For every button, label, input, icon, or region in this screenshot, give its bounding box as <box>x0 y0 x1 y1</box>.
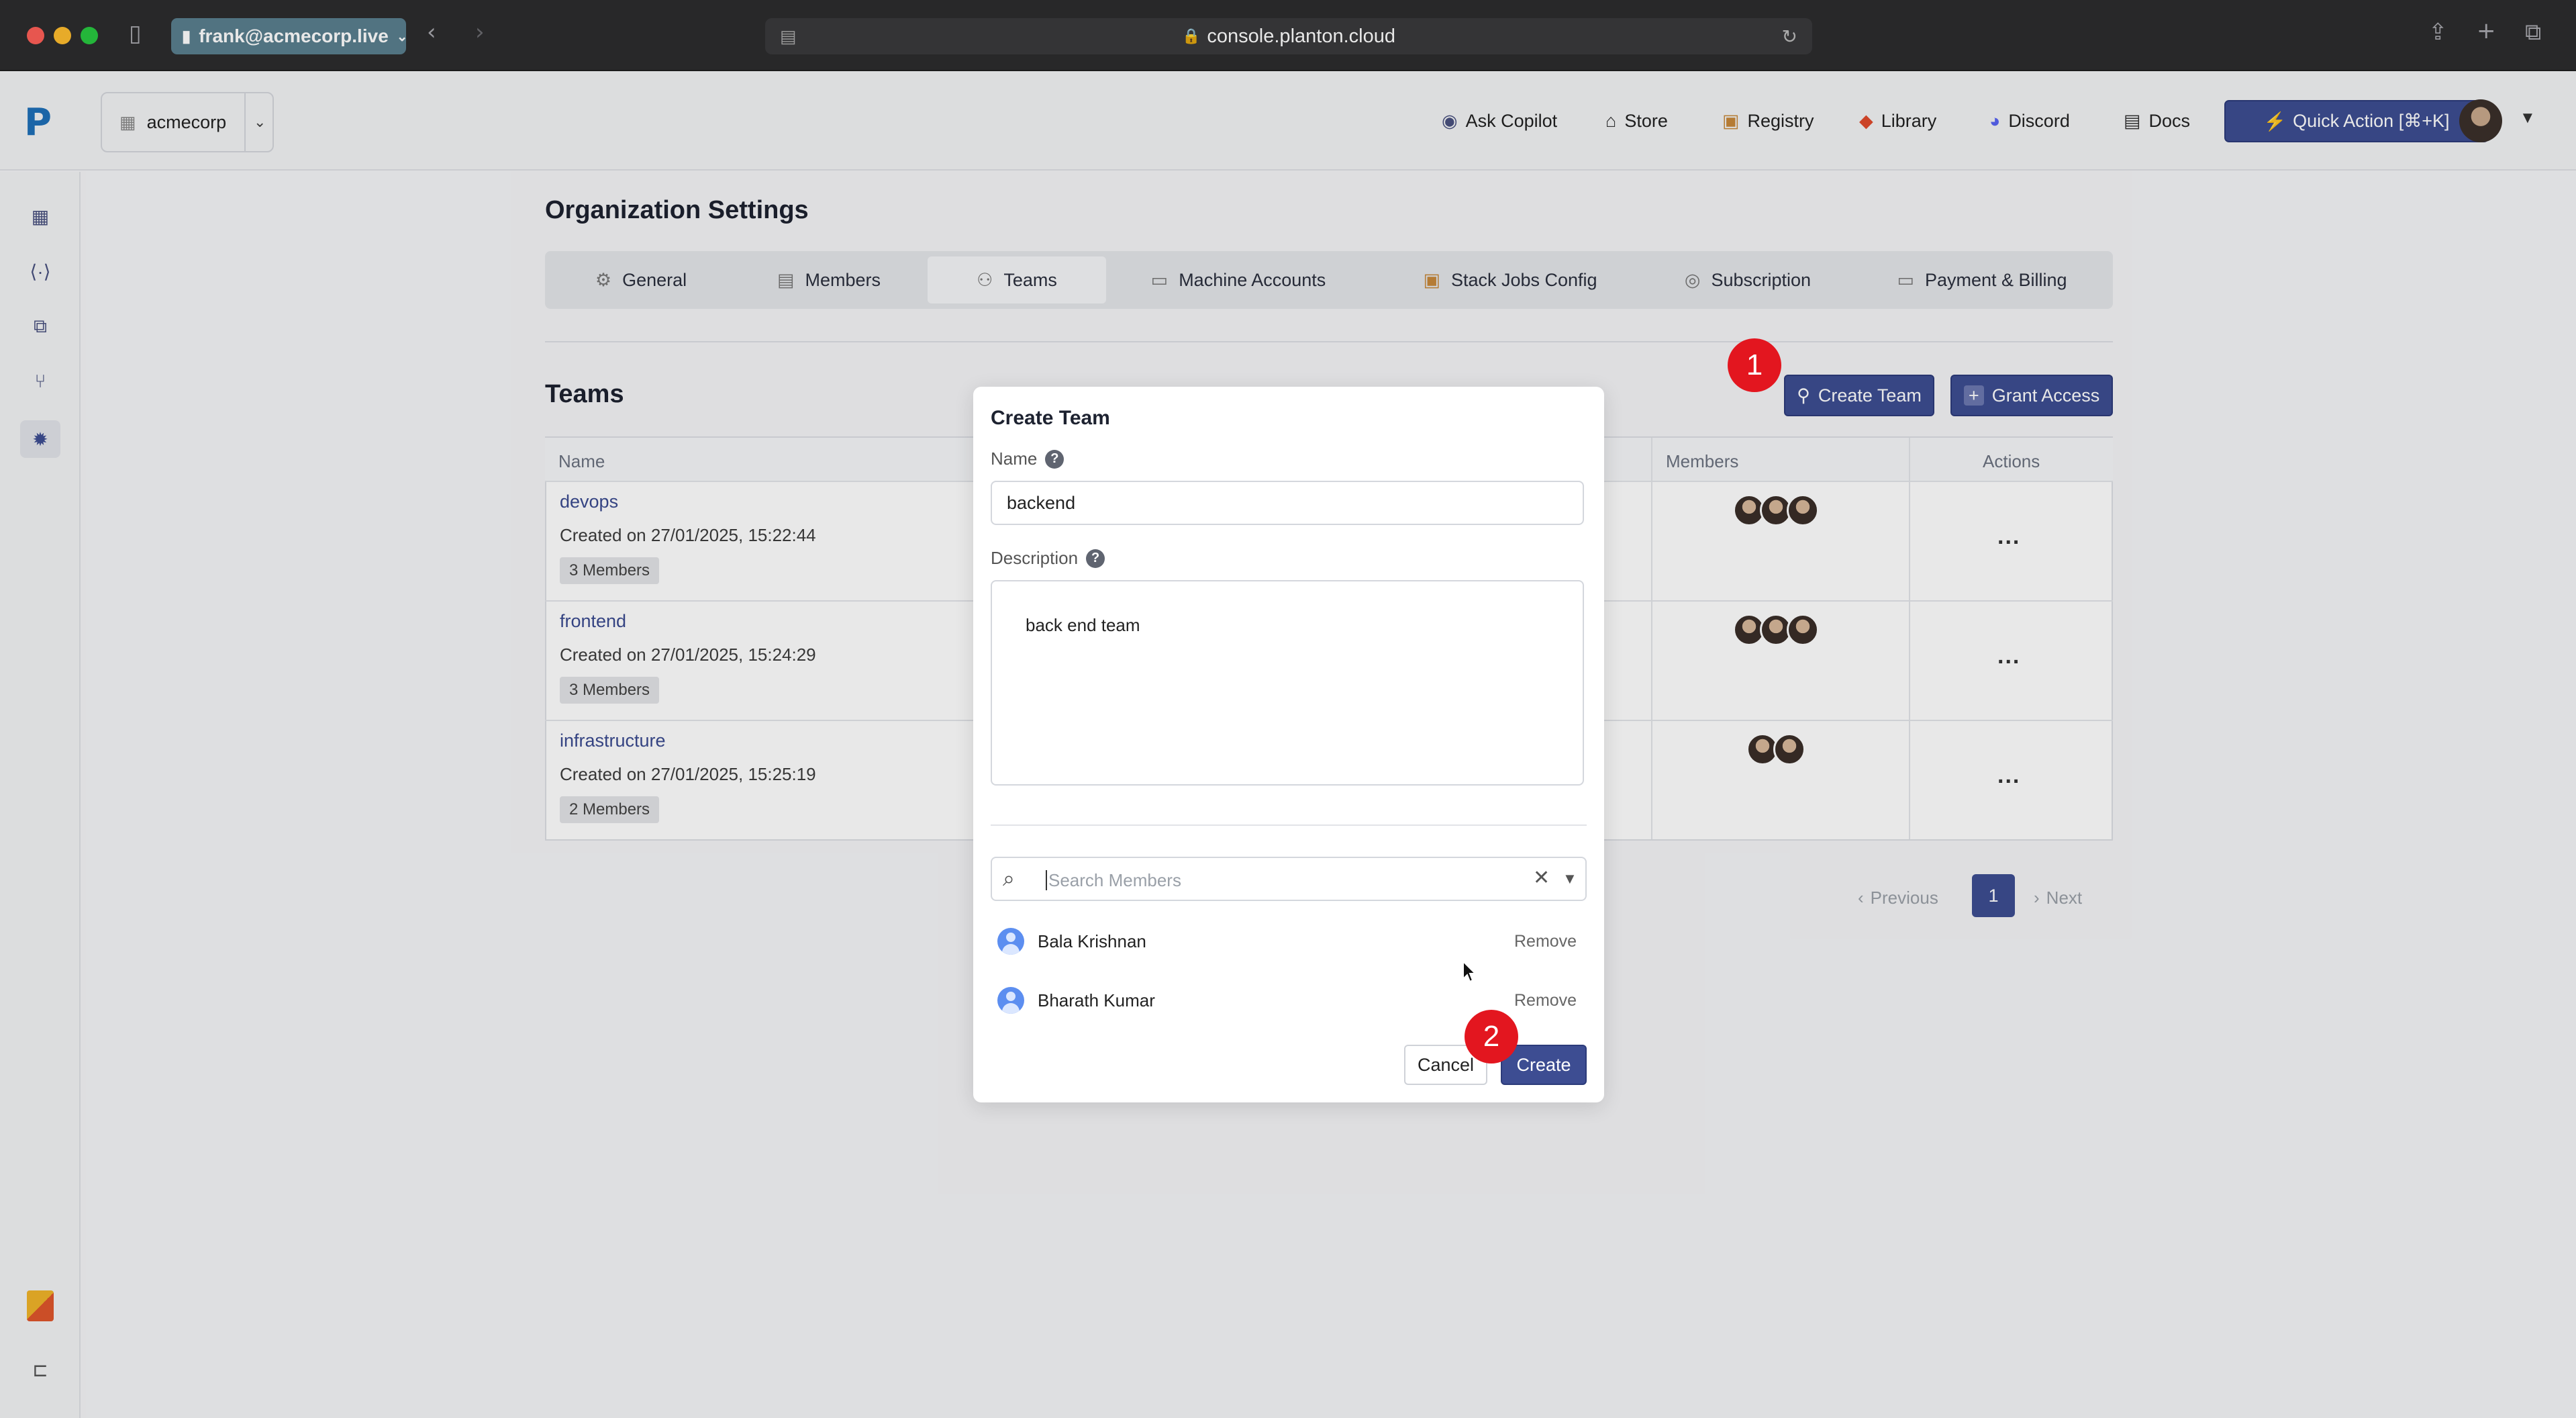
member-search-box[interactable]: ⌕ Search Members ✕ ▼ <box>991 857 1587 901</box>
step-2-marker: 2 <box>1465 1010 1518 1064</box>
remove-member-button[interactable]: Remove <box>1514 932 1577 951</box>
clear-icon[interactable]: ✕ <box>1533 866 1550 890</box>
description-textarea[interactable]: back end team <box>991 580 1584 786</box>
remove-member-button[interactable]: Remove <box>1514 991 1577 1010</box>
description-label: Description ? <box>991 548 1105 569</box>
description-label-text: Description <box>991 548 1079 568</box>
description-text: back end team <box>1026 615 1140 635</box>
mouse-cursor-icon <box>1463 960 1477 983</box>
text-cursor <box>1046 870 1047 890</box>
name-label-text: Name <box>991 448 1038 469</box>
step-1-marker: 1 <box>1728 338 1781 392</box>
create-team-dialog: Create Team Name ? backend Description ?… <box>973 387 1604 1102</box>
user-avatar-icon <box>997 928 1024 955</box>
dialog-title: Create Team <box>991 407 1110 429</box>
member-name: Bharath Kumar <box>1038 990 1155 1010</box>
dialog-divider <box>991 824 1587 826</box>
search-icon: ⌕ <box>1003 866 1015 890</box>
search-input[interactable]: Search Members <box>1048 870 1181 891</box>
user-avatar-icon <box>997 987 1024 1014</box>
dropdown-arrow-icon[interactable]: ▼ <box>1563 870 1577 888</box>
team-name-input[interactable]: backend <box>991 481 1584 525</box>
member-row: Bharath Kumar <box>997 987 1155 1014</box>
member-name: Bala Krishnan <box>1038 931 1146 951</box>
help-icon[interactable]: ? <box>1045 449 1064 469</box>
member-row: Bala Krishnan <box>997 928 1146 955</box>
help-icon[interactable]: ? <box>1086 549 1105 568</box>
name-label: Name ? <box>991 448 1064 469</box>
